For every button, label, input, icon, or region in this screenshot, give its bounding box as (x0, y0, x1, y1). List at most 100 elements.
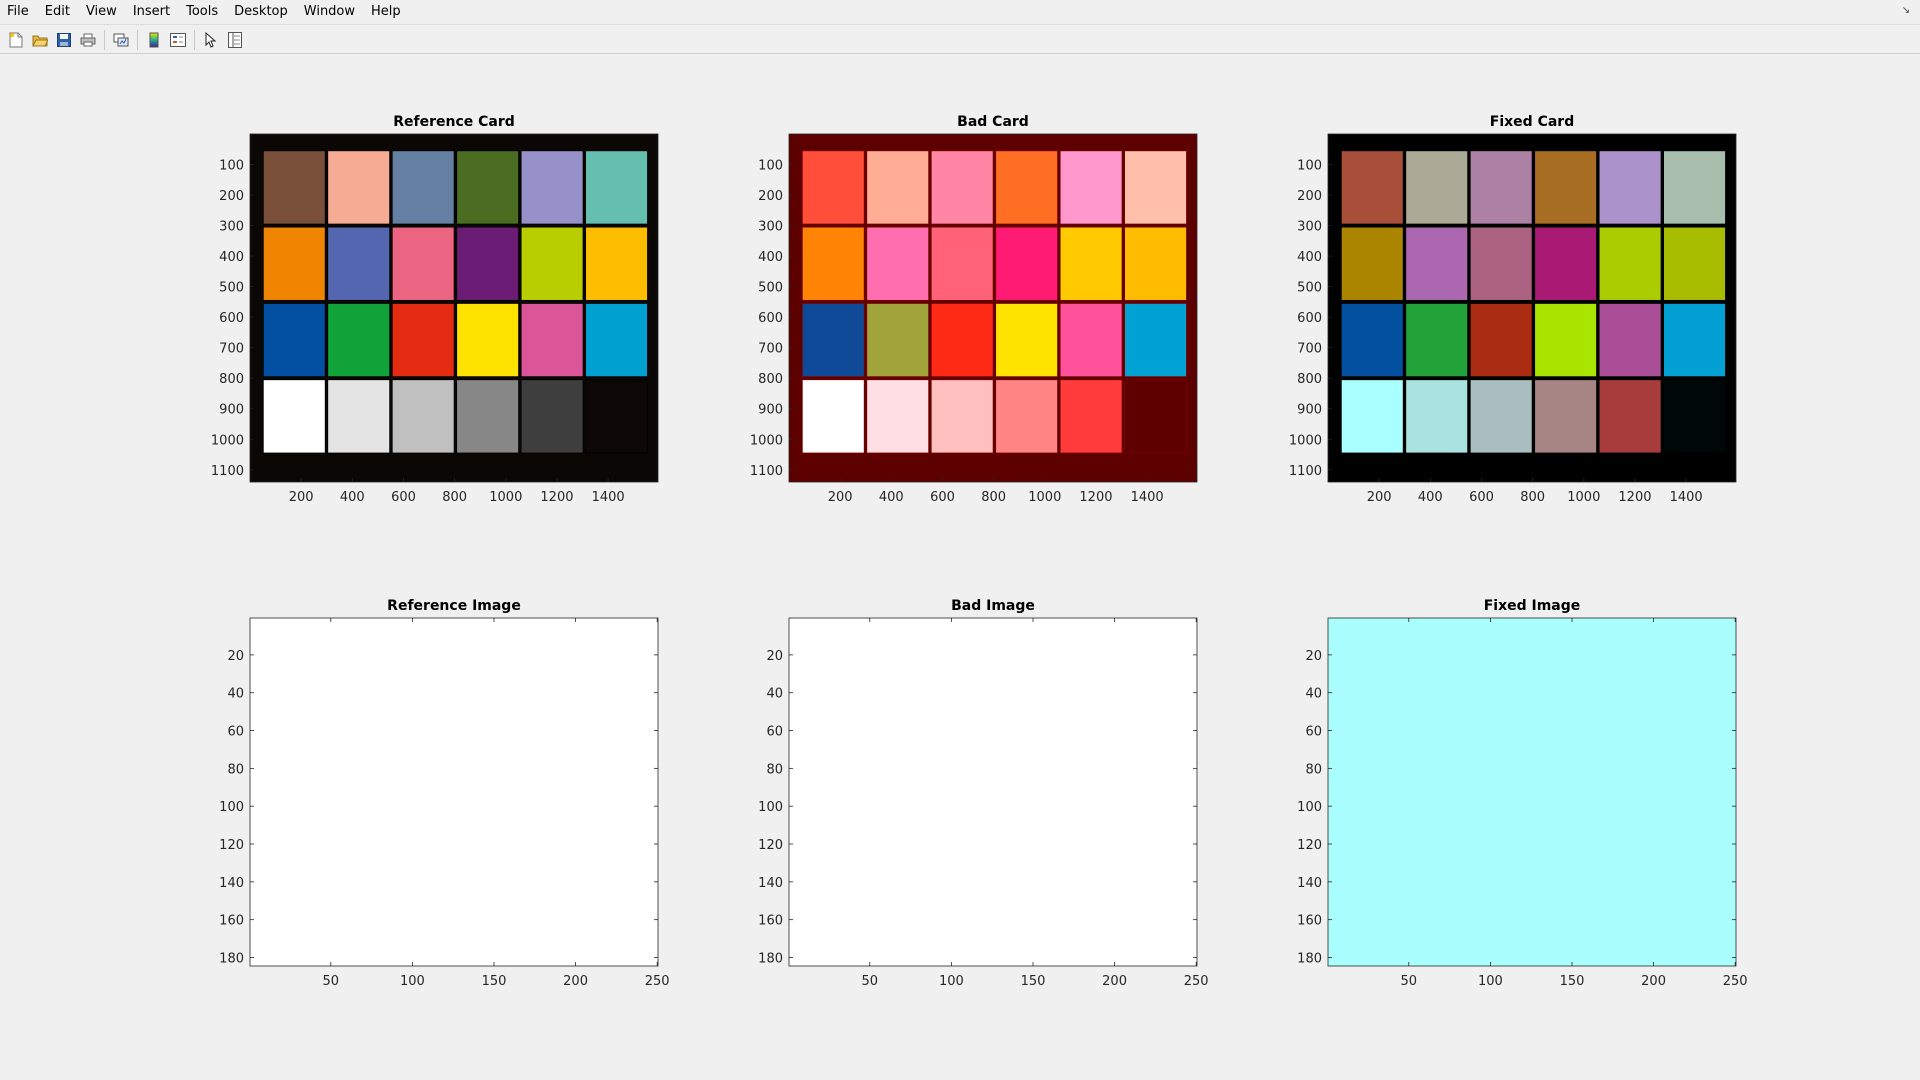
y-tick-label: 180 (1297, 951, 1322, 966)
y-tick-label: 400 (1297, 250, 1322, 265)
color-patch (520, 379, 584, 454)
y-tick-label: 1000 (211, 433, 244, 448)
color-patch (801, 379, 865, 454)
y-tick-label: 1100 (750, 464, 783, 479)
x-tick-label: 1400 (1670, 490, 1703, 505)
color-patch (1340, 379, 1404, 454)
y-tick-label: 40 (1305, 687, 1322, 702)
menu-desktop[interactable]: Desktop (226, 0, 296, 24)
y-tick-label: 700 (758, 342, 783, 357)
y-tick-label: 400 (219, 250, 244, 265)
y-tick-label: 60 (1305, 725, 1322, 740)
open-file-icon[interactable] (28, 28, 52, 52)
x-tick-label: 200 (1102, 974, 1127, 989)
color-patch (585, 379, 648, 454)
color-patch (866, 303, 930, 378)
color-patch (1124, 379, 1187, 454)
menu-view[interactable]: View (78, 0, 125, 24)
property-inspector-icon[interactable] (223, 28, 247, 52)
x-tick-label: 200 (1641, 974, 1666, 989)
menu-tools[interactable]: Tools (178, 0, 226, 24)
color-patch (1405, 150, 1469, 225)
menu-help[interactable]: Help (363, 0, 409, 24)
color-patch (585, 150, 648, 225)
x-tick-label: 200 (1367, 490, 1392, 505)
color-patch (1598, 226, 1662, 301)
menu-window[interactable]: Window (296, 0, 363, 24)
menu-insert[interactable]: Insert (125, 0, 178, 24)
legend-icon[interactable] (166, 28, 190, 52)
y-tick-label: 60 (766, 725, 783, 740)
color-patch (801, 226, 865, 301)
image-axes-0[interactable]: Reference Image 50 100 150 200 250 20 40 60 80 100… (219, 598, 669, 989)
color-patch (1059, 303, 1123, 378)
color-patch (585, 226, 648, 301)
color-patch (262, 379, 326, 454)
color-patch (866, 379, 930, 454)
x-tick-label: 600 (930, 490, 955, 505)
image-area (249, 617, 659, 967)
print-icon[interactable] (76, 28, 100, 52)
card-axes-0[interactable]: Reference Card 200 400 600 800 1000 1200 1400 10… (211, 114, 659, 505)
card-axes-2[interactable]: Fixed Card 200 400 600 800 1000 1200 1400 100 200… (1289, 114, 1737, 505)
menu-edit[interactable]: Edit (37, 0, 78, 24)
y-tick-label: 120 (219, 838, 244, 853)
color-patch (1059, 379, 1123, 454)
color-patch (930, 379, 994, 454)
y-tick-label: 900 (219, 403, 244, 418)
color-patch (456, 379, 519, 454)
save-icon[interactable] (52, 28, 76, 52)
axes-title: Reference Image (387, 598, 521, 614)
color-patch (1663, 226, 1726, 301)
color-patch (1469, 150, 1533, 225)
x-tick-label: 250 (1723, 974, 1748, 989)
x-tick-label: 50 (323, 974, 340, 989)
x-tick-label: 600 (1469, 490, 1494, 505)
y-tick-label: 100 (758, 159, 783, 174)
color-patch (1340, 303, 1404, 378)
y-tick-label: 100 (219, 800, 244, 815)
y-tick-label: 400 (758, 250, 783, 265)
y-tick-label: 600 (758, 311, 783, 326)
image-axes-2[interactable]: Fixed Image 50 100 150 200 250 20 40 60 80 100 120 1… (1297, 598, 1747, 989)
y-tick-label: 1000 (1289, 433, 1322, 448)
x-tick-label: 200 (563, 974, 588, 989)
axes-title: Reference Card (393, 114, 515, 130)
x-tick-label: 1000 (489, 490, 522, 505)
colorbar-icon[interactable] (142, 28, 166, 52)
color-patch (1405, 379, 1469, 454)
y-tick-label: 100 (1297, 159, 1322, 174)
y-tick-label: 140 (1297, 876, 1322, 891)
pointer-icon[interactable] (199, 28, 223, 52)
color-patch (1663, 303, 1726, 378)
color-patch (995, 150, 1058, 225)
y-tick-label: 140 (758, 876, 783, 891)
color-patch (866, 226, 930, 301)
color-patch (262, 226, 326, 301)
y-tick-label: 700 (219, 342, 244, 357)
color-patch (1469, 226, 1533, 301)
menu-file[interactable]: File (0, 0, 37, 24)
y-tick-label: 100 (1297, 800, 1322, 815)
new-figure-icon[interactable] (4, 28, 28, 52)
color-patch (930, 226, 994, 301)
link-plot-icon[interactable] (109, 28, 133, 52)
undock-icon[interactable]: ↘ (1900, 5, 1912, 17)
x-tick-label: 400 (340, 490, 365, 505)
x-tick-label: 1000 (1567, 490, 1600, 505)
color-patch (391, 150, 455, 225)
color-patch (1469, 303, 1533, 378)
color-patch (1534, 379, 1597, 454)
card-axes-1[interactable]: Bad Card 200 400 600 800 1000 1200 1400 100 200 30… (750, 114, 1198, 505)
y-tick-label: 200 (1297, 189, 1322, 204)
color-patch (1124, 226, 1187, 301)
color-patch (1534, 150, 1597, 225)
y-tick-label: 180 (219, 951, 244, 966)
figure-toolbar (0, 26, 1920, 54)
color-patch (262, 150, 326, 225)
color-patch (1469, 379, 1533, 454)
toolbar-separator (137, 29, 138, 50)
y-tick-label: 500 (219, 281, 244, 296)
image-axes-1[interactable]: Bad Image 50 100 150 200 250 20 40 60 80 100 120 140… (758, 598, 1208, 989)
axes-title: Fixed Image (1484, 598, 1581, 614)
